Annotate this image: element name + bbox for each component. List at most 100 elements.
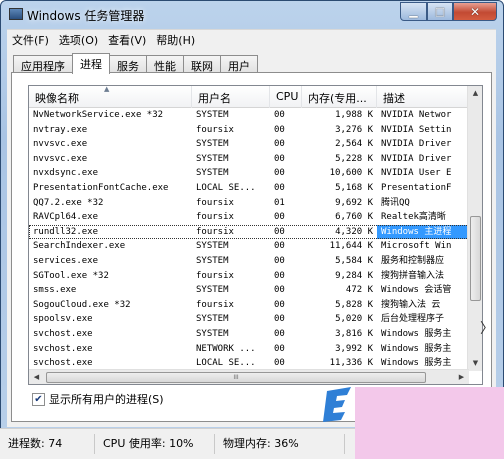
column-description[interactable]: 描述 (377, 86, 469, 108)
cell-user: SYSTEM (196, 328, 229, 339)
cell-user: SYSTEM (196, 241, 229, 252)
cell-name: svchost.exe (33, 343, 93, 354)
cell-cpu: 00 (274, 314, 285, 325)
scroll-down-icon[interactable]: ▼ (468, 356, 482, 371)
cell-cpu: 01 (274, 197, 285, 208)
cell-mem: 3,816 K (335, 328, 373, 339)
cell-desc: Realtek高清晰 (381, 212, 446, 223)
maximize-button[interactable]: □ (427, 2, 453, 21)
minimize-button[interactable]: ▁ (400, 2, 427, 21)
cell-mem: 5,584 K (335, 255, 373, 266)
cell-mem: 9,692 K (335, 197, 373, 208)
cell-mem: 4,320 K (335, 226, 373, 237)
table-row[interactable]: nvvsvc.exe SYSTEM 00 2,564 K NVIDIA Driver (29, 137, 469, 152)
cell-user: foursix (196, 212, 234, 223)
cell-name: RAVCpl64.exe (33, 212, 99, 223)
cell-mem: 10,600 K (329, 168, 373, 179)
show-all-users-option[interactable]: ✔ 显示所有用户的进程(S) (32, 391, 164, 407)
minimize-icon: ▁ (409, 5, 418, 18)
scroll-right-icon[interactable]: ▶ (454, 370, 469, 384)
cell-user: SYSTEM (196, 314, 229, 325)
status-process-count: 进程数: 74 (0, 434, 95, 454)
column-image-name[interactable]: 映像名称 ▲ (29, 86, 192, 108)
column-memory[interactable]: 内存(专用... (302, 86, 377, 108)
show-all-users-label: 显示所有用户的进程(S) (49, 393, 164, 406)
close-button[interactable]: ✕ (453, 2, 497, 21)
cell-cpu: 00 (274, 168, 285, 179)
cell-cpu: 00 (274, 255, 285, 266)
menu-view[interactable]: 查看(V) (103, 32, 151, 48)
cell-desc: NVIDIA Driver (381, 139, 452, 150)
tab-services[interactable]: 服务 (109, 55, 147, 73)
cell-name: SearchIndexer.exe (33, 241, 126, 252)
table-row[interactable]: PresentationFontCache.exe LOCAL SE... 00 5,… (29, 181, 469, 196)
table-row[interactable]: SogouCloud.exe *32 foursix 00 5,828 K 搜狗输入法 … (29, 298, 469, 313)
cell-user: SYSTEM (196, 255, 229, 266)
table-row[interactable]: RAVCpl64.exe foursix 00 6,760 K Realtek高清晰 (29, 210, 469, 225)
table-row[interactable]: NvNetworkService.exe *32 SYSTEM 00 1,988 K N… (29, 108, 469, 123)
cell-mem: 5,168 K (335, 182, 373, 193)
tab-strip: 应用程序 进程 服务 性能 联网 用户 (13, 53, 258, 74)
tab-performance[interactable]: 性能 (146, 55, 184, 73)
window-title: Windows 任务管理器 (27, 9, 145, 23)
tab-users[interactable]: 用户 (220, 55, 258, 73)
cell-cpu: 00 (274, 285, 285, 296)
cell-name: smss.exe (33, 285, 77, 296)
task-manager-icon (9, 8, 23, 20)
process-list[interactable]: 映像名称 ▲ 用户名 CPU 内存(专用... 描述 NvNetworkServ… (28, 85, 483, 385)
cell-cpu: 00 (274, 343, 285, 354)
table-row[interactable]: smss.exe SYSTEM 00 472 K Windows 会话管 (29, 283, 469, 298)
cell-user: NETWORK ... (196, 343, 256, 354)
table-row[interactable]: QQ7.2.exe *32 foursix 01 9,692 K 腾讯QQ (29, 196, 469, 211)
table-row[interactable]: SGTool.exe *32 foursix 00 9,284 K 搜狗拼音输入法 (29, 269, 469, 284)
table-row[interactable]: nvxdsync.exe SYSTEM 00 10,600 K NVIDIA User … (29, 166, 469, 181)
menu-file[interactable]: 文件(F) (7, 32, 54, 48)
title-bar[interactable]: Windows 任务管理器 ▁ □ ✕ (1, 1, 503, 29)
table-row[interactable]: SearchIndexer.exe SYSTEM 00 11,644 K Microso… (29, 239, 469, 254)
horizontal-scrollbar[interactable]: ◀ III ▶ (29, 369, 469, 384)
cell-cpu: 00 (274, 110, 285, 120)
cell-name: QQ7.2.exe *32 (33, 197, 104, 208)
cell-desc: NVIDIA User E (381, 168, 452, 179)
close-icon: ✕ (469, 4, 481, 19)
tab-applications[interactable]: 应用程序 (13, 55, 73, 73)
status-cpu-usage: CPU 使用率: 10% (95, 434, 215, 454)
cell-desc: NVIDIA Settin (381, 124, 452, 135)
processes-panel: 映像名称 ▲ 用户名 CPU 内存(专用... 描述 NvNetworkServ… (11, 72, 492, 422)
cell-cpu: 00 (274, 153, 285, 164)
process-rows: NvNetworkService.exe *32 SYSTEM 00 1,988 K N… (29, 108, 469, 371)
column-cpu[interactable]: CPU (270, 86, 302, 108)
show-all-users-checkbox[interactable]: ✔ (32, 392, 45, 406)
cell-name: nvxdsync.exe (33, 168, 99, 179)
vertical-scroll-thumb[interactable] (470, 216, 481, 301)
cell-desc: Microsoft Win (381, 241, 452, 252)
scroll-left-icon[interactable]: ◀ (29, 370, 44, 384)
menu-options[interactable]: 选项(O) (54, 32, 103, 48)
process-list-header: 映像名称 ▲ 用户名 CPU 内存(专用... 描述 (29, 86, 469, 108)
cell-cpu: 00 (274, 139, 285, 150)
column-user-name[interactable]: 用户名 (192, 86, 270, 108)
cell-user: foursix (196, 197, 234, 208)
column-image-name-label: 映像名称 (35, 92, 79, 105)
table-row[interactable]: spoolsv.exe SYSTEM 00 5,020 K 后台处理程序子 (29, 312, 469, 327)
menu-bar: 文件(F) 选项(O) 查看(V) 帮助(H) (7, 29, 496, 49)
table-row[interactable]: svchost.exe SYSTEM 00 3,816 K Windows 服务主 (29, 327, 469, 342)
table-row[interactable]: nvvsvc.exe SYSTEM 00 5,228 K NVIDIA Driver (29, 152, 469, 167)
cell-desc: Windows 服务主 (381, 328, 452, 339)
cell-name: nvvsvc.exe (33, 153, 88, 164)
cell-name: nvtray.exe (33, 124, 88, 135)
status-physical-memory: 物理内存: 36% (215, 434, 345, 454)
cell-mem: 11,644 K (329, 241, 373, 252)
tab-networking[interactable]: 联网 (183, 55, 221, 73)
cell-desc: 搜狗输入法 云 (381, 299, 441, 310)
cell-user: LOCAL SE... (196, 182, 256, 193)
table-row[interactable]: svchost.exe NETWORK ... 00 3,992 K Windows 服… (29, 342, 469, 357)
horizontal-scroll-thumb[interactable]: III (46, 372, 426, 383)
cell-cpu: 00 (274, 212, 285, 223)
tab-processes[interactable]: 进程 (72, 53, 110, 74)
menu-help[interactable]: 帮助(H) (151, 32, 200, 48)
scroll-up-icon[interactable]: ▲ (468, 86, 482, 101)
table-row[interactable]: services.exe SYSTEM 00 5,584 K 服务和控制器应 (29, 254, 469, 269)
table-row[interactable]: rundll32.exe foursix 00 4,320 K Windows 主进程 (29, 224, 469, 240)
table-row[interactable]: nvtray.exe foursix 00 3,276 K NVIDIA Settin (29, 123, 469, 138)
